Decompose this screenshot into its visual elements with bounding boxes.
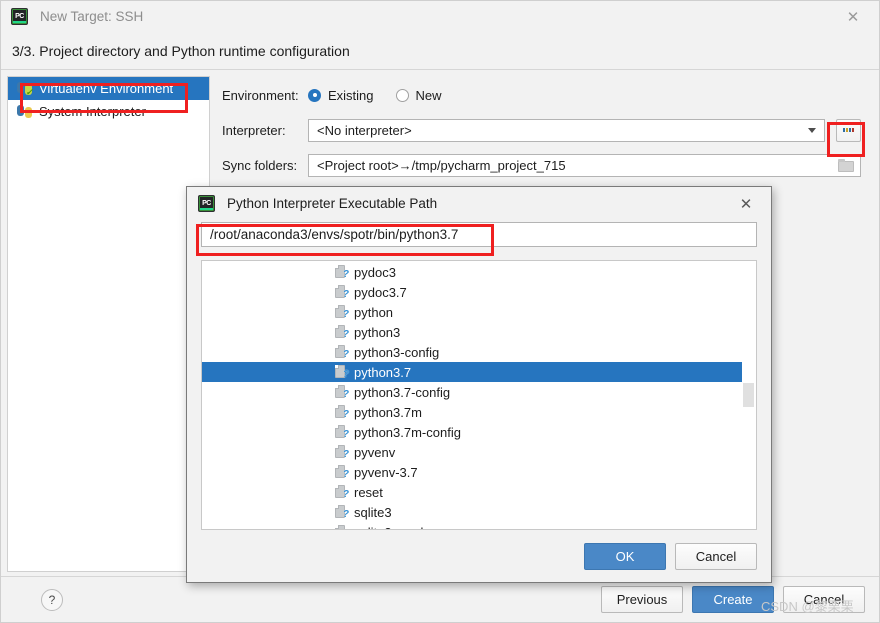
file-list[interactable]: ? pydoc3? pydoc3.7? python? python3? python3-… xyxy=(201,260,757,530)
footer-actions: Previous Create Cancel xyxy=(601,586,865,613)
file-list-items: ? pydoc3? pydoc3.7? python? python3? python3-… xyxy=(202,261,756,530)
file-list-item[interactable]: ? python xyxy=(202,302,756,322)
file-list-item[interactable]: ? pydoc3 xyxy=(202,262,756,282)
file-list-item[interactable]: ? python3.7-config xyxy=(202,382,756,402)
file-unknown-icon: ? xyxy=(335,365,349,380)
file-list-item-label: pyvenv xyxy=(354,444,396,460)
python-icon xyxy=(17,104,32,119)
file-list-item-label: sqlite3 xyxy=(354,504,392,520)
cancel-button[interactable]: Cancel xyxy=(783,586,865,613)
file-list-item-label: pyvenv-3.7 xyxy=(354,464,418,480)
python-venv-icon: ✓ xyxy=(17,81,33,97)
sync-folders-input[interactable]: <Project root>→/tmp/pycharm_project_715 xyxy=(308,153,861,177)
file-unknown-icon: ? xyxy=(335,345,349,360)
file-unknown-icon: ? xyxy=(335,405,349,420)
file-list-item-label: pydoc3.7 xyxy=(354,284,407,300)
file-list-item-label: python3.7m-config xyxy=(354,424,461,440)
file-list-scrollbar[interactable] xyxy=(742,261,756,529)
interpreter-value: <No interpreter> xyxy=(317,122,412,138)
file-unknown-icon: ? xyxy=(335,525,348,529)
dialog-titlebar: PC Python Interpreter Executable Path ✕ xyxy=(187,187,771,220)
interpreter-browse-button[interactable] xyxy=(836,118,861,142)
file-list-item-label: python3.7-config xyxy=(354,384,451,400)
file-list-item-label: reset xyxy=(354,484,383,500)
file-unknown-icon: ? xyxy=(335,265,349,280)
radio-existing-label: Existing xyxy=(328,87,374,103)
chevron-down-icon xyxy=(808,127,816,133)
file-unknown-icon: ? xyxy=(335,485,349,500)
file-unknown-icon: ? xyxy=(335,305,349,320)
file-list-item-label: sqlite3_analyzer xyxy=(354,525,448,530)
pycharm-icon: PC xyxy=(11,8,28,25)
file-list-item[interactable]: ? python3.7m-config xyxy=(202,422,756,442)
dialog-cancel-button[interactable]: Cancel xyxy=(675,542,757,570)
file-list-item-label: pydoc3 xyxy=(354,264,396,280)
environment-row: Environment: Existing New xyxy=(222,82,861,108)
pycharm-icon-label: PC xyxy=(15,13,24,20)
environment-type-sidebar: ✓ Virtualenv Environment System Interpre… xyxy=(7,76,210,572)
radio-existing[interactable]: Existing xyxy=(308,88,374,103)
sidebar-item-label: Virtualenv Environment xyxy=(39,81,174,96)
step-header: 3/3. Project directory and Python runtim… xyxy=(1,32,879,70)
interpreter-row: Interpreter: <No interpreter> xyxy=(222,117,861,143)
sidebar-item-label: System Interpreter xyxy=(39,104,146,119)
dialog-footer: OK Cancel xyxy=(187,530,771,582)
window-title: New Target: SSH xyxy=(40,9,144,24)
sidebar-item-system-interpreter[interactable]: System Interpreter xyxy=(8,100,209,123)
radio-new[interactable]: New xyxy=(395,87,442,103)
file-list-item[interactable]: ? reset xyxy=(202,482,756,502)
interpreter-label: Interpreter: xyxy=(222,122,286,138)
create-button[interactable]: Create xyxy=(692,586,774,613)
file-list-item[interactable]: ? pyvenv-3.7 xyxy=(202,462,756,482)
environment-radio-group: Existing New xyxy=(308,88,442,103)
environment-label: Environment: xyxy=(222,87,299,103)
interpreter-select[interactable]: <No interpreter> xyxy=(308,118,825,142)
folder-icon[interactable] xyxy=(838,159,854,172)
file-list-item[interactable]: ? pydoc3.7 xyxy=(202,282,756,302)
file-list-item-label: python3.7m xyxy=(354,404,422,420)
window-titlebar: PC New Target: SSH ✕ xyxy=(1,1,879,32)
help-button[interactable]: ? xyxy=(41,588,63,611)
file-list-item-label: python xyxy=(354,304,394,320)
radio-new-label: New xyxy=(415,87,442,103)
file-list-item-label: python3-config xyxy=(354,344,440,360)
pycharm-icon: PC xyxy=(198,195,215,212)
dialog-close-icon[interactable]: ✕ xyxy=(731,187,761,220)
radio-new-dot xyxy=(395,88,409,102)
file-unknown-icon: ? xyxy=(335,445,349,460)
file-list-item[interactable]: ? python3.7m xyxy=(202,402,756,422)
ok-button[interactable]: OK xyxy=(584,542,666,570)
sync-folders-row: Sync folders: <Project root>→/tmp/pychar… xyxy=(222,152,861,178)
sidebar-item-virtualenv-environment[interactable]: ✓ Virtualenv Environment xyxy=(8,77,209,100)
file-list-scrollbar-thumb[interactable] xyxy=(743,383,754,407)
ellipsis-icon xyxy=(843,128,854,132)
file-list-item[interactable]: ? pyvenv xyxy=(202,442,756,462)
file-list-item-label: python3 xyxy=(354,324,401,340)
close-icon[interactable]: ✕ xyxy=(835,1,871,32)
sync-folders-label: Sync folders: xyxy=(222,157,298,173)
previous-button[interactable]: Previous xyxy=(601,586,683,613)
file-unknown-icon: ? xyxy=(335,505,349,520)
sync-folders-value: <Project root>→/tmp/pycharm_project_715 xyxy=(317,157,566,173)
file-list-item[interactable]: ? python3-config xyxy=(202,342,756,362)
radio-existing-dot xyxy=(308,88,321,102)
file-list-item[interactable]: ? sqlite3_analyzer xyxy=(202,522,756,530)
file-list-item-label: python3.7 xyxy=(354,364,412,380)
file-unknown-icon: ? xyxy=(335,425,349,440)
file-unknown-icon: ? xyxy=(335,385,349,400)
executable-path-value: /root/anaconda3/envs/spotr/bin/python3.7 xyxy=(210,227,459,242)
file-unknown-icon: ? xyxy=(335,465,349,480)
pycharm-icon-label: PC xyxy=(202,200,211,207)
executable-path-input[interactable]: /root/anaconda3/envs/spotr/bin/python3.7 xyxy=(201,222,757,247)
screenshot-root: PC New Target: SSH ✕ 3/3. Project direct… xyxy=(0,0,880,623)
file-list-item[interactable]: ? python3 xyxy=(202,322,756,342)
python-interpreter-executable-path-dialog: PC Python Interpreter Executable Path ✕ … xyxy=(186,186,772,583)
file-list-item[interactable]: ? python3.7 xyxy=(202,362,756,382)
file-unknown-icon: ? xyxy=(335,285,349,300)
file-list-item[interactable]: ? sqlite3 xyxy=(202,502,756,522)
file-unknown-icon: ? xyxy=(335,325,349,340)
dialog-title: Python Interpreter Executable Path xyxy=(227,196,438,211)
